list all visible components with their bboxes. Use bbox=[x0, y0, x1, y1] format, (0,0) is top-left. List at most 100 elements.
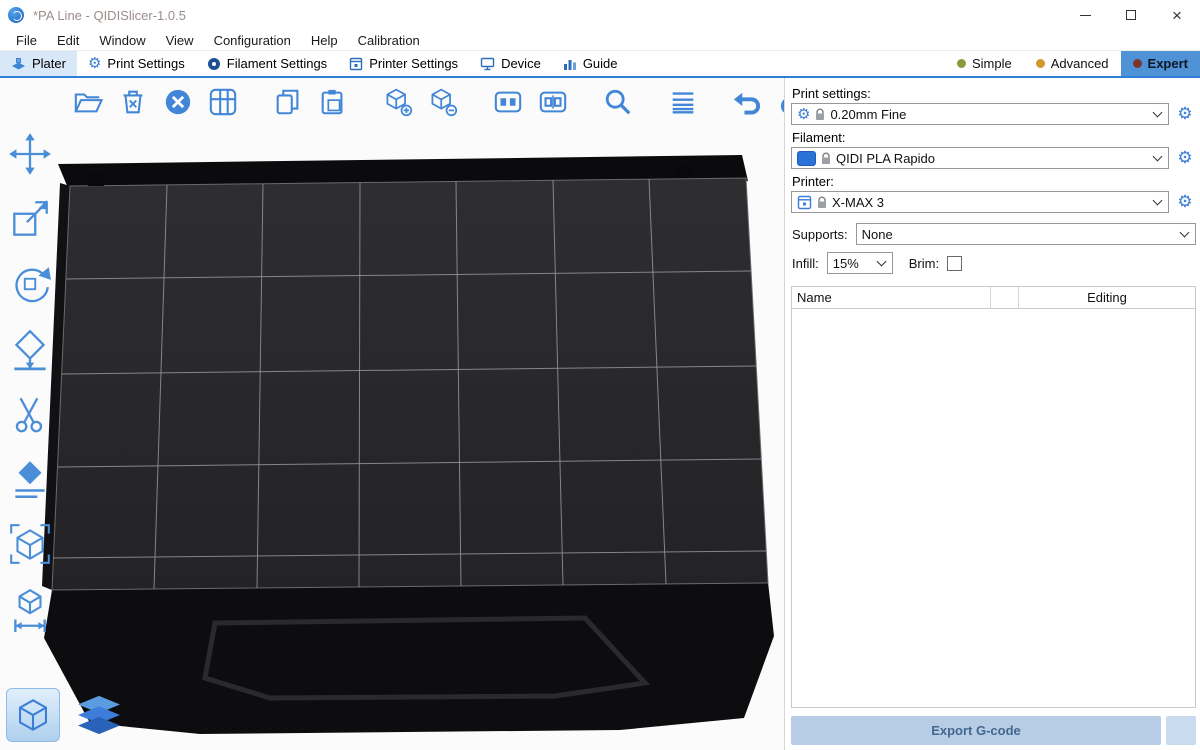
split-objects-button[interactable] bbox=[492, 86, 524, 118]
place-on-face-tool-button[interactable] bbox=[6, 325, 54, 373]
measure-tool-button[interactable] bbox=[6, 585, 54, 633]
chevron-down-icon bbox=[1153, 152, 1163, 162]
search-button[interactable] bbox=[602, 86, 634, 118]
tab-printer-settings[interactable]: Printer Settings bbox=[338, 51, 469, 76]
plater-icon bbox=[11, 57, 26, 71]
title-bar[interactable]: *PA Line - QIDISlicer-1.0.5 × bbox=[0, 0, 1200, 30]
filament-label: Filament: bbox=[792, 130, 1196, 145]
infill-value: 15% bbox=[833, 256, 859, 271]
export-gcode-button[interactable]: Export G-code bbox=[791, 716, 1161, 745]
copy-button[interactable] bbox=[272, 86, 304, 118]
menu-window[interactable]: Window bbox=[89, 33, 155, 48]
delete-object-button[interactable] bbox=[117, 86, 149, 118]
supports-combo[interactable]: None bbox=[856, 223, 1196, 245]
mode-advanced-label: Advanced bbox=[1051, 56, 1109, 71]
print-settings-value: 0.20mm Fine bbox=[830, 107, 906, 122]
object-list-header: Name Editing bbox=[792, 287, 1195, 309]
arrange-button[interactable] bbox=[207, 86, 239, 118]
remove-instance-button[interactable] bbox=[427, 86, 459, 118]
split-parts-icon bbox=[538, 87, 568, 117]
chevron-down-icon bbox=[876, 257, 886, 267]
object-list-table[interactable]: Name Editing bbox=[791, 286, 1196, 708]
multimaterial-paint-tool-button[interactable] bbox=[6, 520, 54, 568]
mode-advanced[interactable]: Advanced bbox=[1024, 51, 1121, 76]
move-tool-button[interactable] bbox=[6, 130, 54, 178]
object-list-body[interactable] bbox=[792, 309, 1195, 707]
printer-icon bbox=[797, 195, 812, 210]
menu-view[interactable]: View bbox=[156, 33, 204, 48]
arrange-grid-icon bbox=[208, 87, 238, 117]
filament-combo[interactable]: QIDI PLA Rapido bbox=[791, 147, 1169, 169]
tab-guide[interactable]: Guide bbox=[552, 51, 629, 76]
filament-gear-button[interactable]: ⚙ bbox=[1174, 148, 1196, 168]
print-settings-combo[interactable]: ⚙ 0.20mm Fine bbox=[791, 103, 1169, 125]
redo-icon bbox=[778, 87, 784, 117]
infill-combo[interactable]: 15% bbox=[827, 252, 893, 274]
tab-bar: Plater ⚙ Print Settings Filament Setting… bbox=[0, 51, 1200, 78]
export-options-button[interactable] bbox=[1166, 716, 1196, 745]
tab-filament-settings[interactable]: Filament Settings bbox=[196, 51, 338, 76]
minimize-button[interactable] bbox=[1062, 0, 1108, 30]
preview-layers-icon bbox=[74, 694, 124, 736]
trash-icon bbox=[118, 87, 148, 117]
split-parts-button[interactable] bbox=[537, 86, 569, 118]
device-icon bbox=[480, 57, 495, 71]
gizmo-toolbar bbox=[6, 130, 54, 633]
cut-tool-button[interactable] bbox=[6, 390, 54, 438]
layer-height-icon bbox=[668, 87, 698, 117]
brim-checkbox[interactable] bbox=[947, 256, 962, 271]
simple-mode-dot-icon bbox=[957, 59, 966, 68]
printer-combo[interactable]: X-MAX 3 bbox=[791, 191, 1169, 213]
minimize-icon bbox=[1080, 15, 1091, 16]
delete-all-button[interactable] bbox=[162, 86, 194, 118]
3d-viewport[interactable] bbox=[0, 78, 784, 750]
tab-print-settings[interactable]: ⚙ Print Settings bbox=[77, 51, 196, 76]
editor-view-button[interactable] bbox=[6, 688, 60, 742]
add-instance-button[interactable] bbox=[382, 86, 414, 118]
print-settings-gear-button[interactable]: ⚙ bbox=[1174, 104, 1196, 124]
window-title: *PA Line - QIDISlicer-1.0.5 bbox=[33, 8, 186, 23]
printer-label: Printer: bbox=[792, 174, 1196, 189]
expert-mode-dot-icon bbox=[1133, 59, 1142, 68]
tab-device[interactable]: Device bbox=[469, 51, 552, 76]
filament-color-swatch bbox=[797, 151, 816, 166]
build-plate bbox=[0, 78, 784, 749]
cut-scissors-icon bbox=[7, 391, 53, 437]
open-folder-icon bbox=[73, 87, 103, 117]
preview-view-button[interactable] bbox=[72, 688, 126, 742]
brim-label: Brim: bbox=[909, 256, 939, 271]
variable-layer-height-button[interactable] bbox=[667, 86, 699, 118]
scale-tool-button[interactable] bbox=[6, 195, 54, 243]
remove-instance-icon bbox=[428, 87, 458, 117]
paste-button[interactable] bbox=[317, 86, 349, 118]
lock-icon bbox=[815, 108, 825, 121]
paint-supports-tool-button[interactable] bbox=[6, 455, 54, 503]
menu-calibration[interactable]: Calibration bbox=[348, 33, 430, 48]
tab-filament-settings-label: Filament Settings bbox=[227, 56, 327, 71]
printer-gear-button[interactable]: ⚙ bbox=[1174, 192, 1196, 212]
menu-configuration[interactable]: Configuration bbox=[204, 33, 301, 48]
close-button[interactable]: × bbox=[1154, 0, 1200, 30]
undo-icon bbox=[733, 87, 763, 117]
chevron-down-icon bbox=[1153, 196, 1163, 206]
name-column-header[interactable]: Name bbox=[792, 287, 991, 308]
mode-simple[interactable]: Simple bbox=[945, 51, 1024, 76]
menu-help[interactable]: Help bbox=[301, 33, 348, 48]
menu-file[interactable]: File bbox=[6, 33, 47, 48]
undo-button[interactable] bbox=[732, 86, 764, 118]
supports-label: Supports: bbox=[792, 227, 848, 242]
menu-bar: File Edit Window View Configuration Help… bbox=[0, 30, 1200, 51]
search-icon bbox=[603, 87, 633, 117]
extruder-column-header[interactable] bbox=[991, 287, 1019, 308]
main-area: Print settings: ⚙ 0.20mm Fine ⚙ Filament… bbox=[0, 78, 1200, 750]
editing-column-header[interactable]: Editing bbox=[1019, 287, 1195, 308]
maximize-button[interactable] bbox=[1108, 0, 1154, 30]
rotate-tool-button[interactable] bbox=[6, 260, 54, 308]
filament-value: QIDI PLA Rapido bbox=[836, 151, 935, 166]
print-settings-label: Print settings: bbox=[792, 86, 1196, 101]
menu-edit[interactable]: Edit bbox=[47, 33, 89, 48]
open-project-button[interactable] bbox=[72, 86, 104, 118]
mode-expert[interactable]: Expert bbox=[1121, 51, 1200, 76]
tab-plater[interactable]: Plater bbox=[0, 51, 77, 76]
redo-button[interactable] bbox=[777, 86, 784, 118]
